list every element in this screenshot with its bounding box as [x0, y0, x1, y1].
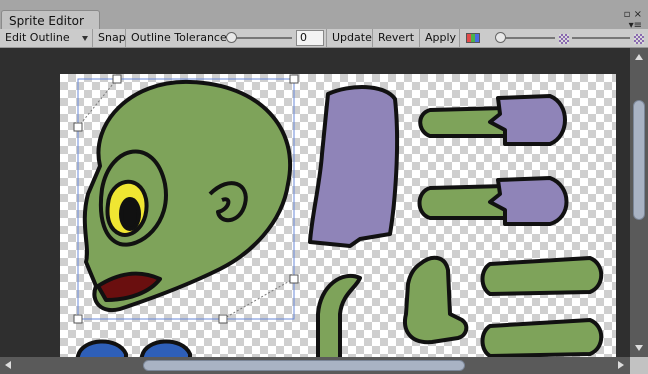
sprite-editor-window: Sprite Editor ▫ × ▾≡ Edit Outline Snap O…: [0, 0, 648, 374]
mode-dropdown[interactable]: Edit Outline: [0, 29, 93, 47]
checker-small-icon: [559, 34, 569, 44]
revert-button[interactable]: Revert: [373, 29, 420, 47]
mipmap-slider-knob[interactable]: [495, 32, 506, 43]
apply-button[interactable]: Apply: [420, 29, 460, 47]
tolerance-label: Outline Tolerance: [131, 31, 227, 44]
sprite-viewport[interactable]: [0, 48, 630, 357]
tab-bar: Sprite Editor ▫ × ▾≡: [0, 0, 648, 31]
scroll-left-icon[interactable]: [5, 361, 11, 369]
torso-sprite[interactable]: [308, 85, 400, 248]
arm-sprite-upper[interactable]: [418, 94, 567, 146]
zoom-slider-track[interactable]: [572, 37, 630, 39]
leg-sprite-upper[interactable]: [480, 256, 604, 296]
foot-sprites[interactable]: [75, 339, 192, 357]
window-controls: ▫ × ▾≡: [624, 9, 642, 31]
update-button[interactable]: Update: [326, 29, 373, 47]
horizontal-scrollbar[interactable]: [0, 357, 630, 374]
checker-large-icon: [634, 34, 644, 44]
hand-sprite[interactable]: [403, 255, 469, 345]
mode-dropdown-label: Edit Outline: [5, 31, 70, 44]
tail-sprite[interactable]: [316, 274, 362, 357]
toolbar: Edit Outline Snap Outline Tolerance 0 Up…: [0, 29, 648, 48]
tolerance-input[interactable]: 0: [296, 30, 324, 46]
sprite-editor-tab[interactable]: Sprite Editor: [1, 10, 100, 30]
horizontal-scroll-thumb[interactable]: [143, 360, 465, 371]
scroll-up-icon[interactable]: [635, 54, 643, 60]
sprite-sheet-art: [73, 74, 604, 357]
tolerance-slider-knob[interactable]: [226, 32, 237, 43]
leg-sprite-lower[interactable]: [480, 318, 604, 357]
maximize-icon[interactable]: ▫ ×: [624, 9, 642, 20]
arm-sprite-lower[interactable]: [417, 176, 569, 226]
snap-button[interactable]: Snap: [93, 29, 126, 47]
alien-head-sprite[interactable]: [82, 79, 293, 313]
vertical-scroll-thumb[interactable]: [633, 100, 645, 220]
rgb-channels-icon[interactable]: [466, 33, 480, 43]
sprite-sheet-canvas[interactable]: [60, 74, 616, 357]
vertical-scrollbar[interactable]: [630, 48, 648, 357]
scroll-right-icon[interactable]: [618, 361, 624, 369]
chevron-down-icon: [82, 36, 88, 41]
scroll-down-icon[interactable]: [635, 345, 643, 351]
